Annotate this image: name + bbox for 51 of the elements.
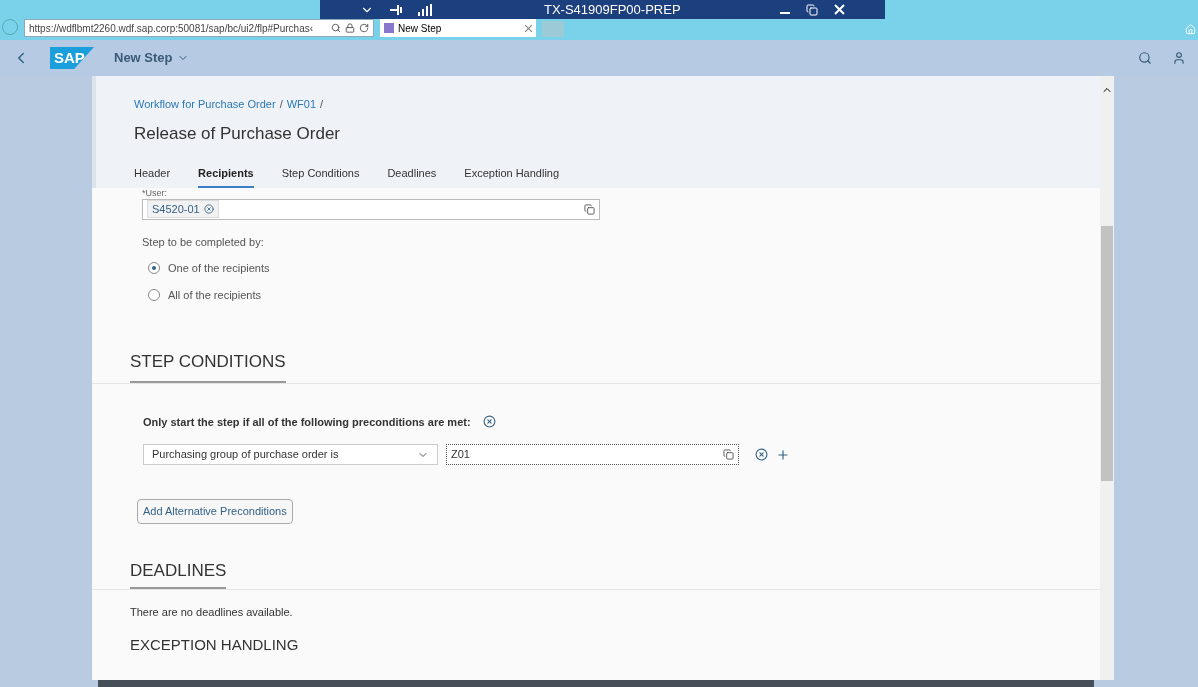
url-text: https://wdflbmt2260.wdf.sap.corp:50081/sap/bc/ui2/flp#Purchas‹ [29, 21, 315, 36]
section-heading: DEADLINES [130, 557, 227, 589]
radio-label: One of the recipients [168, 261, 270, 276]
radio-button[interactable] [148, 288, 160, 301]
search-icon[interactable] [331, 23, 341, 33]
breadcrumb-separator: / [320, 97, 324, 112]
tab[interactable]: Deadlines [387, 165, 437, 188]
sap-logo: SAP [50, 47, 94, 69]
value-help-icon[interactable] [584, 203, 595, 215]
restore-icon[interactable] [806, 3, 818, 16]
refresh-icon[interactable] [359, 23, 369, 33]
breadcrumb-link[interactable]: WF01 [286, 96, 317, 113]
close-tab-icon[interactable] [525, 24, 532, 32]
radio-label: All of the recipients [168, 287, 261, 303]
address-field[interactable]: https://wdflbmt2260.wdf.sap.corp:50081/sap/bc/ui2/flp#Purchas‹ [24, 19, 374, 37]
deadlines-message: There are no deadlines available. [129, 605, 294, 620]
browser-tab[interactable]: New Step [380, 19, 536, 37]
close-icon[interactable] [834, 4, 845, 15]
user-label: *User: [142, 187, 168, 199]
scrollbar[interactable] [1100, 76, 1114, 680]
user-field[interactable]: S4520-01 [142, 198, 600, 220]
remove-icon[interactable] [755, 448, 768, 461]
page-title: Release of Purchase Order [134, 122, 341, 145]
lock-icon [345, 23, 355, 33]
breadcrumb-separator: / [279, 97, 283, 112]
value-field[interactable]: Z01 [446, 444, 739, 465]
search-icon[interactable] [1138, 51, 1152, 65]
value-help-icon[interactable] [723, 449, 734, 460]
signal-icon [418, 3, 432, 16]
remote-title: TX-S41909FP00-PREP [544, 0, 681, 19]
radio-button[interactable] [148, 262, 160, 275]
user-token[interactable]: S4520-01 [147, 199, 219, 219]
add-icon[interactable] [776, 447, 790, 462]
tab[interactable]: Step Conditions [281, 165, 360, 188]
breadcrumb-link[interactable]: Workflow for Purchase Order [134, 96, 276, 113]
remove-icon[interactable] [482, 415, 496, 429]
preconditions-intro: Only start the step if all of the following preconditions are met: [143, 414, 471, 430]
completion-label: Step to be completed by: [142, 234, 265, 250]
tab[interactable]: Recipients [198, 165, 254, 188]
tab-title: New Step [398, 21, 443, 36]
section-heading: EXCEPTION HANDLING [129, 636, 300, 653]
section-heading: STEP CONDITIONS [130, 349, 286, 383]
tab[interactable]: Header [134, 165, 171, 188]
pin-icon[interactable] [390, 4, 402, 15]
condition-select[interactable]: Purchasing group of purchase order is [143, 444, 438, 465]
add-alternative-button[interactable]: Add Alternative Preconditions [137, 499, 293, 524]
app-title-menu[interactable]: New Step [114, 48, 189, 68]
page-icon [384, 23, 394, 33]
tab[interactable]: Exception Handling [464, 165, 560, 188]
user-icon[interactable] [1172, 51, 1186, 65]
remove-icon[interactable] [203, 204, 214, 214]
